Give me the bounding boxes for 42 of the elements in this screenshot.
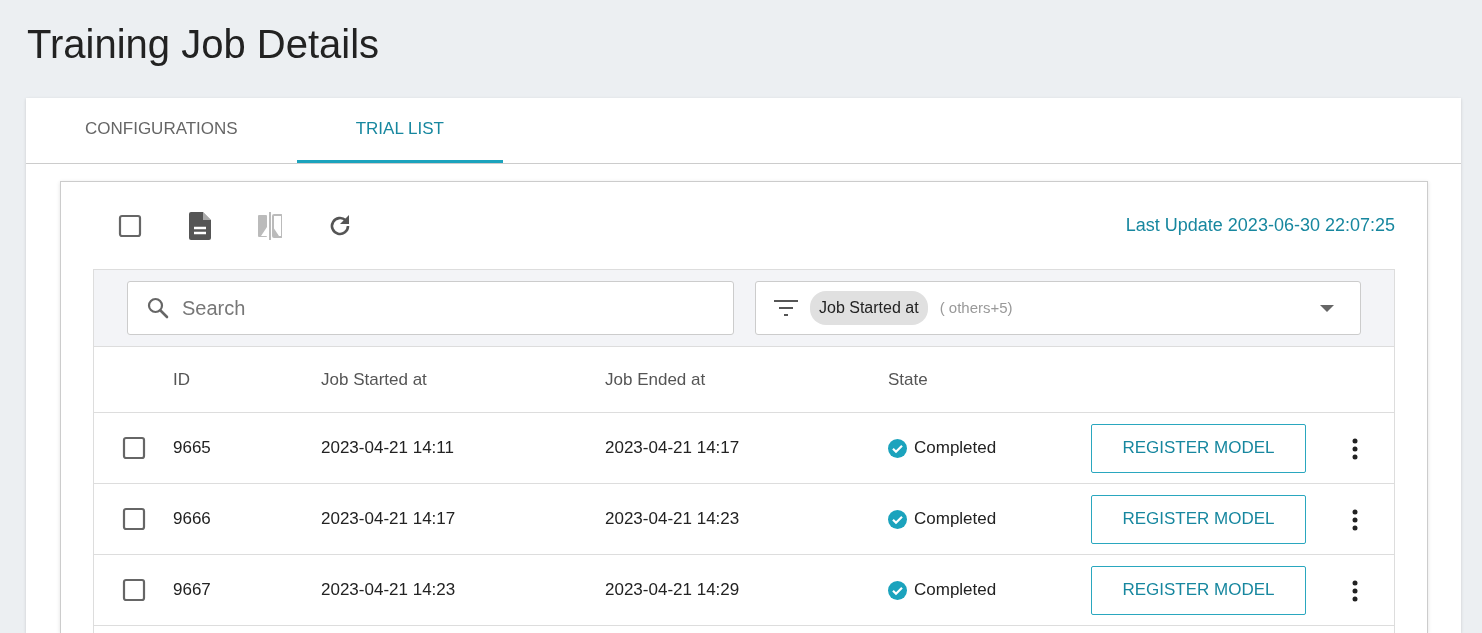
- column-header: Job Ended at: [605, 368, 707, 391]
- filter-icon: [774, 299, 798, 317]
- others-count: ( others+5): [939, 297, 1013, 318]
- table-cell-text: 2023-04-21 14:29: [605, 579, 741, 602]
- checkbox[interactable]: [121, 507, 146, 531]
- column-header: State: [888, 368, 929, 391]
- checkbox[interactable]: [121, 436, 146, 460]
- state-text: Completed: [914, 579, 997, 602]
- table-cell-text: 2023-04-21 14:23: [605, 508, 741, 531]
- tab[interactable]: TRIAL LIST: [296, 98, 503, 163]
- last-update-text: Last Update 2023-06-30 22:07:25: [1125, 214, 1395, 237]
- kebab-menu-icon: [1352, 437, 1358, 460]
- table-cell-text: 2023-04-21 14:11: [321, 437, 455, 460]
- filter-chip: Job Started at: [810, 291, 928, 325]
- table-cell-text: 9666: [173, 508, 212, 531]
- checkbox[interactable]: [121, 578, 146, 602]
- checkbox[interactable]: [118, 213, 142, 238]
- document-icon[interactable]: [189, 211, 211, 240]
- table-cell-text: 9665: [173, 437, 212, 460]
- check-circle-icon: [888, 580, 907, 600]
- state-text: Completed: [914, 437, 997, 460]
- check-circle-icon: [888, 438, 907, 458]
- register-model-button[interactable]: REGISTER MODEL: [1091, 565, 1306, 615]
- table-cell-text: 2023-04-21 14:17: [321, 508, 457, 531]
- page-title: Training Job Details: [26, 21, 380, 68]
- search-icon: [146, 296, 170, 320]
- table-cell-text: 9667: [173, 579, 212, 602]
- column-header: ID: [173, 368, 191, 391]
- table-cell-text: 2023-04-21 14:23: [321, 579, 457, 602]
- search-input[interactable]: Search: [180, 292, 715, 324]
- tab[interactable]: CONFIGURATIONS: [26, 98, 297, 163]
- register-model-button[interactable]: REGISTER MODEL: [1091, 423, 1306, 473]
- check-circle-icon: [888, 509, 907, 529]
- register-model-button[interactable]: REGISTER MODEL: [1091, 494, 1306, 544]
- kebab-menu-icon: [1352, 508, 1358, 531]
- column-filter-dropdown[interactable]: Job Started at ( others+5): [755, 281, 1361, 335]
- caret-icon: [1320, 304, 1334, 312]
- column-header: Job Started at: [321, 368, 428, 391]
- table-cell-text: 2023-04-21 14:17: [605, 437, 741, 460]
- state-text: Completed: [914, 508, 997, 531]
- kebab-menu-icon: [1352, 579, 1358, 602]
- search-field[interactable]: Search: [127, 281, 734, 335]
